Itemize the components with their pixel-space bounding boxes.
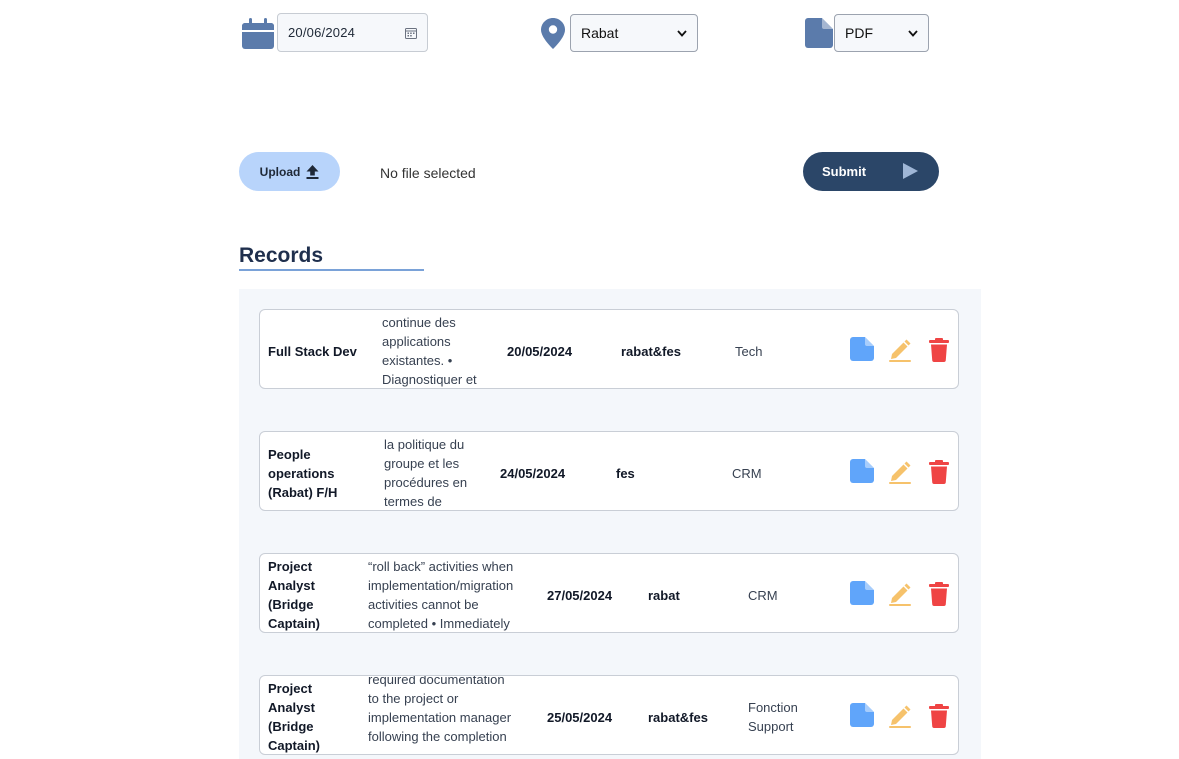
record-card: Project Analyst (Bridge Captain) “roll back”…	[259, 553, 959, 633]
play-icon	[903, 163, 918, 179]
record-title-line: (Bridge	[268, 597, 314, 612]
record-title: Project Analyst (Bridge Captain)	[268, 557, 320, 632]
chevron-down-icon	[908, 29, 918, 37]
record-location: rabat&fes	[648, 710, 708, 725]
record-description-line: existantes. •	[382, 353, 453, 368]
record-description-line: required documentation	[368, 675, 505, 687]
record-location: fes	[616, 466, 635, 481]
record-title-line: (Rabat) F/H	[268, 485, 338, 500]
record-description-line: implementation manager	[368, 710, 512, 725]
calendar-picker-icon[interactable]	[405, 27, 417, 39]
edit-pencil-icon[interactable]	[888, 460, 912, 484]
record-description-line: groupe et les	[384, 456, 460, 471]
city-select[interactable]: Rabat	[570, 14, 698, 52]
edit-pencil-icon[interactable]	[888, 582, 912, 606]
upload-icon	[306, 164, 319, 179]
record-category: CRM	[748, 586, 778, 605]
format-select[interactable]: PDF	[834, 14, 929, 52]
record-date: 25/05/2024	[547, 710, 613, 725]
record-category-line: CRM	[748, 588, 778, 603]
record-description-line: termes de	[384, 494, 442, 509]
record-category-line: Tech	[735, 344, 763, 359]
upload-button[interactable]: Upload	[239, 152, 340, 191]
record-card: Full Stack Dev continue des applications ex…	[259, 309, 959, 389]
record-category-line: CRM	[732, 466, 762, 481]
map-pin-icon	[541, 18, 565, 49]
record-title-line: Full Stack Dev	[268, 344, 357, 359]
record-title-line: Analyst	[268, 578, 315, 593]
record-title-line: (Bridge	[268, 719, 314, 734]
city-select-value: Rabat	[581, 25, 619, 41]
record-title-line: operations	[268, 466, 335, 481]
view-file-icon[interactable]	[850, 337, 874, 361]
delete-trash-icon[interactable]	[927, 338, 951, 362]
file-status-text: No file selected	[380, 165, 476, 181]
record-title-line: Project	[268, 559, 313, 574]
record-description-line: Diagnostiquer et	[382, 372, 477, 387]
calendar-icon	[242, 18, 274, 49]
record-date: 27/05/2024	[547, 588, 613, 603]
record-category: CRM	[732, 464, 762, 483]
file-icon	[805, 18, 833, 48]
record-card: Project Analyst (Bridge Captain) required do…	[259, 675, 959, 755]
record-location: rabat&fes	[621, 344, 681, 359]
upload-button-label: Upload	[259, 164, 301, 179]
record-title-line: Analyst	[268, 700, 315, 715]
record-title-line: Project	[268, 681, 313, 696]
record-description-line: “roll back” activities when	[368, 559, 514, 574]
format-select-value: PDF	[845, 25, 873, 41]
record-description-line: activities cannot be	[368, 597, 479, 612]
record-description-line: applications	[382, 334, 451, 349]
record-title: People operations (Rabat) F/H	[268, 445, 337, 502]
record-category-line: Fonction	[748, 700, 798, 715]
record-category: Tech	[735, 342, 762, 361]
record-category: Fonction Support	[748, 698, 798, 736]
records-heading: Records	[239, 244, 324, 267]
record-description-line: procédures en	[384, 475, 468, 490]
date-value: 20/06/2024	[288, 25, 356, 40]
record-description: continue des applications existantes. • Dia…	[382, 313, 477, 388]
date-input[interactable]: 20/06/2024	[277, 13, 428, 52]
view-file-icon[interactable]	[850, 581, 874, 605]
record-location: rabat	[648, 588, 680, 603]
delete-trash-icon[interactable]	[927, 460, 951, 484]
edit-pencil-icon[interactable]	[888, 704, 912, 728]
record-card: People operations (Rabat) F/H la politique …	[259, 431, 959, 511]
record-description-line: implementation/migration	[368, 578, 514, 593]
record-description-line: la politique du	[384, 437, 465, 452]
record-description: “roll back” activities when implementatio…	[368, 557, 514, 632]
edit-pencil-icon[interactable]	[888, 338, 912, 362]
record-description: la politique du groupe et les procédures e…	[384, 435, 468, 510]
record-title: Full Stack Dev	[268, 342, 357, 361]
submit-button-label: Submit	[822, 164, 867, 179]
record-title: Project Analyst (Bridge Captain)	[268, 679, 320, 754]
record-description-line: to the project or	[368, 691, 459, 706]
delete-trash-icon[interactable]	[927, 582, 951, 606]
record-date: 20/05/2024	[507, 344, 573, 359]
record-description-line: continue des	[382, 315, 456, 330]
record-description-line: completed • Immediately	[368, 616, 510, 631]
record-date: 24/05/2024	[500, 466, 566, 481]
submit-button[interactable]: Submit	[803, 152, 939, 191]
delete-trash-icon[interactable]	[927, 704, 951, 728]
record-title-line: Captain)	[268, 616, 320, 631]
records-heading-underline	[239, 269, 424, 271]
record-category-line: Support	[748, 719, 794, 734]
chevron-down-icon	[677, 29, 687, 37]
record-description: required documentation to the project or i…	[368, 675, 512, 746]
record-title-line: People	[268, 447, 311, 462]
record-description-line: following the completion	[368, 729, 507, 744]
view-file-icon[interactable]	[850, 703, 874, 727]
view-file-icon[interactable]	[850, 459, 874, 483]
